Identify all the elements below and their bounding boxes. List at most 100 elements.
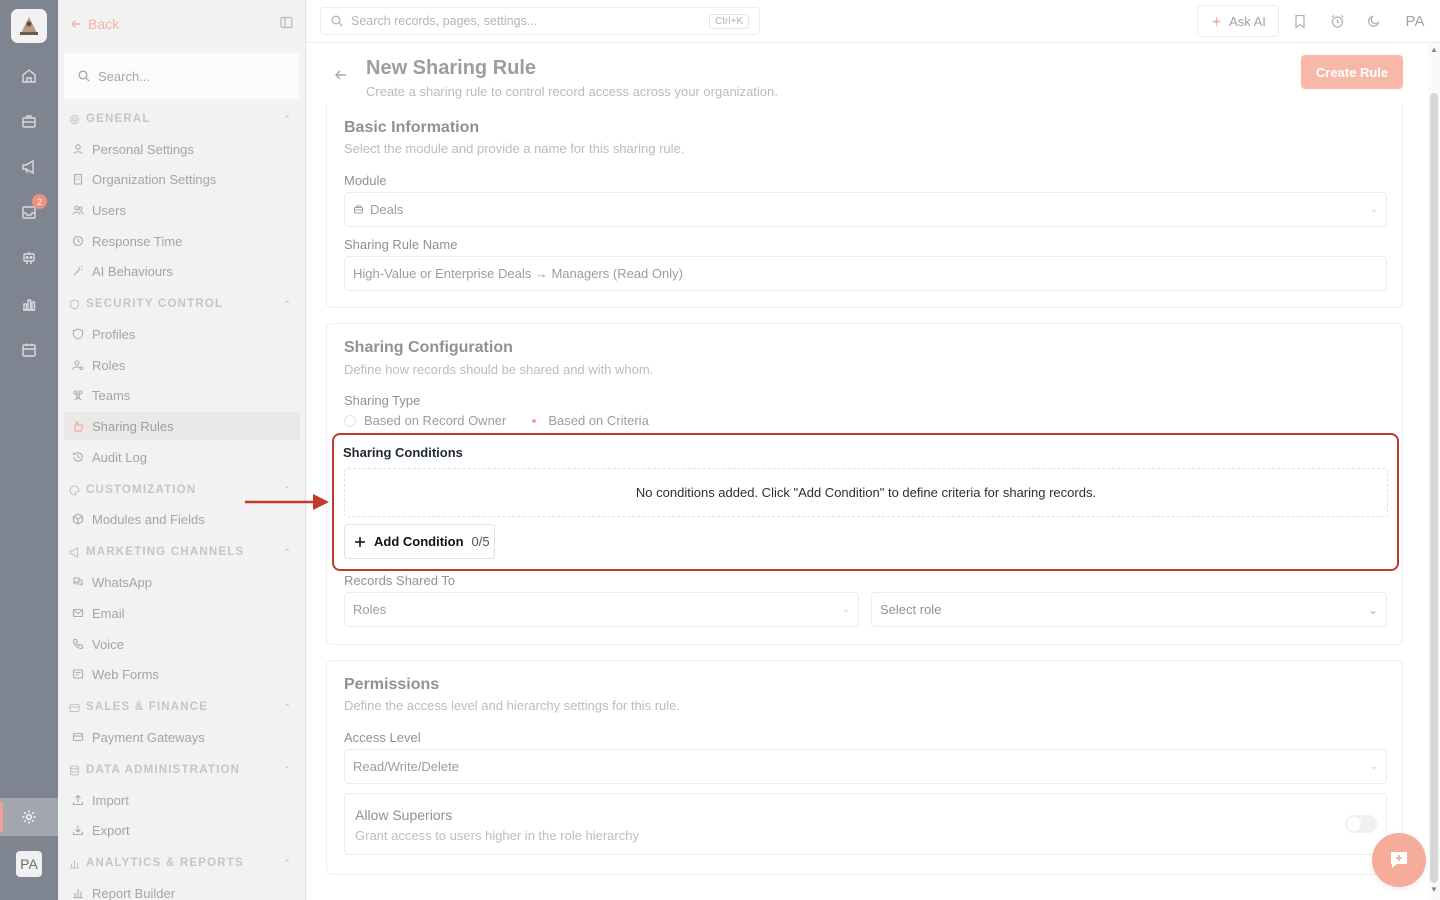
briefcase-icon[interactable] bbox=[17, 109, 41, 133]
radio-label: Based on Criteria bbox=[548, 413, 649, 428]
chat-bubble-icon bbox=[1391, 852, 1407, 868]
sidebar-collapse-icon[interactable] bbox=[280, 16, 293, 32]
scroll-up-icon[interactable]: ▲ bbox=[1430, 45, 1438, 54]
sidebar-search-input[interactable]: Search... bbox=[64, 53, 299, 99]
sidebar-item-email[interactable]: Email bbox=[58, 601, 306, 625]
shared-to-type-select[interactable]: Roles ⌄ bbox=[344, 592, 859, 627]
group-marketing-channels[interactable]: MARKETING CHANNELS ⌃ bbox=[58, 541, 306, 563]
rule-name-value: High-Value or Enterprise Deals → Manager… bbox=[353, 266, 683, 281]
group-general[interactable]: GENERAL ⌃ bbox=[58, 108, 306, 130]
create-rule-button[interactable]: Create Rule bbox=[1301, 55, 1403, 89]
module-value: Deals bbox=[370, 202, 404, 217]
chevron-up-icon: ⌃ bbox=[283, 298, 292, 309]
inbox-badge: 2 bbox=[32, 194, 47, 209]
alarm-clock-icon[interactable] bbox=[1326, 10, 1348, 32]
access-level-value: Read/Write/Delete bbox=[353, 759, 459, 774]
sidebar-item-audit-log[interactable]: Audit Log bbox=[58, 445, 306, 469]
home-icon[interactable] bbox=[17, 64, 41, 88]
ask-ai-label: Ask AI bbox=[1229, 13, 1266, 29]
megaphone-icon bbox=[69, 546, 79, 558]
user-initials[interactable]: PA bbox=[1403, 10, 1427, 32]
sidebar-item-payment-gateways[interactable]: Payment Gateways bbox=[58, 725, 306, 749]
group-label: SECURITY CONTROL bbox=[86, 298, 224, 310]
scrollbar-thumb[interactable] bbox=[1430, 93, 1438, 883]
bar-chart-icon[interactable] bbox=[17, 292, 41, 316]
chat-support-button[interactable] bbox=[1372, 833, 1426, 887]
main-scrollbar[interactable]: ▲ ▼ bbox=[1428, 43, 1440, 900]
allow-superiors-toggle[interactable] bbox=[1345, 815, 1377, 833]
ask-ai-button[interactable]: Ask AI bbox=[1197, 5, 1279, 37]
gear-icon[interactable] bbox=[17, 805, 41, 829]
bot-icon[interactable] bbox=[17, 246, 41, 270]
user-cog-icon bbox=[72, 360, 84, 371]
group-sales-finance[interactable]: SALES & FINANCE ⌃ bbox=[58, 696, 306, 718]
page-back-button[interactable] bbox=[334, 68, 348, 85]
sidebar-item-label: Modules and Fields bbox=[92, 511, 205, 527]
sidebar-item-label: Export bbox=[92, 822, 130, 838]
shield-icon bbox=[72, 328, 84, 340]
group-label: CUSTOMIZATION bbox=[86, 484, 197, 496]
chat-icon bbox=[73, 577, 83, 587]
palette-icon bbox=[69, 484, 80, 496]
sidebar-item-import[interactable]: Import bbox=[58, 788, 306, 812]
wallet-icon bbox=[69, 703, 80, 712]
group-analytics-reports[interactable]: ANALYTICS & REPORTS ⌃ bbox=[58, 852, 306, 874]
sidebar-item-whatsapp[interactable]: WhatsApp bbox=[58, 570, 306, 594]
sidebar-item-voice[interactable]: Voice bbox=[58, 632, 306, 656]
sidebar-item-users[interactable]: Users bbox=[58, 198, 306, 222]
sparkle-icon bbox=[1211, 15, 1223, 27]
allow-superiors-subtitle: Grant access to users higher in the role… bbox=[355, 828, 639, 843]
chevron-down-icon: ⌄ bbox=[1369, 761, 1378, 772]
moon-icon[interactable] bbox=[1363, 10, 1385, 32]
conditions-empty-text: No conditions added. Click "Add Conditio… bbox=[635, 485, 1097, 500]
rule-name-input[interactable]: High-Value or Enterprise Deals → Manager… bbox=[344, 256, 1387, 291]
sidebar-item-export[interactable]: Export bbox=[58, 818, 306, 842]
module-select[interactable]: Deals ⌄ bbox=[344, 192, 1387, 227]
megaphone-icon[interactable] bbox=[17, 155, 41, 179]
calendar-icon[interactable] bbox=[17, 338, 41, 362]
search-icon bbox=[78, 70, 90, 82]
sidebar-item-ai-behaviours[interactable]: AI Behaviours bbox=[58, 259, 306, 283]
phone-icon bbox=[72, 638, 84, 650]
sidebar-item-label: Report Builder bbox=[92, 885, 176, 900]
sharing-type-radio-group: Based on Record Owner Based on Criteria bbox=[344, 413, 649, 428]
sidebar-item-label: Response Time bbox=[92, 233, 183, 249]
chevron-down-icon: ⌄ bbox=[1369, 204, 1378, 215]
radio-based-on-criteria[interactable] bbox=[528, 415, 540, 427]
sidebar-item-label: Roles bbox=[92, 357, 126, 373]
sidebar-item-web-forms[interactable]: Web Forms bbox=[58, 662, 306, 686]
sidebar-item-report-builder[interactable]: Report Builder bbox=[58, 881, 306, 900]
group-label: MARKETING CHANNELS bbox=[86, 546, 245, 558]
clock-icon bbox=[72, 235, 84, 247]
allow-superiors-title: Allow Superiors bbox=[355, 807, 453, 823]
sidebar-item-personal-settings[interactable]: Personal Settings bbox=[58, 137, 306, 161]
gear-icon bbox=[69, 114, 80, 124]
section-title: Sharing Configuration bbox=[344, 339, 513, 356]
avatar[interactable]: PA bbox=[16, 851, 42, 877]
handshake-icon bbox=[353, 205, 364, 214]
sidebar-item-label: Import bbox=[92, 792, 129, 808]
global-search-input[interactable]: Search records, pages, settings... Ctrl+… bbox=[320, 7, 760, 35]
sidebar-item-sharing-rules[interactable]: Sharing Rules bbox=[64, 412, 300, 440]
bookmark-icon[interactable] bbox=[1289, 10, 1311, 32]
sidebar-item-roles[interactable]: Roles bbox=[58, 353, 306, 377]
sidebar-item-teams[interactable]: Teams bbox=[58, 383, 306, 407]
plus-icon bbox=[355, 536, 365, 547]
global-search-placeholder: Search records, pages, settings... bbox=[351, 14, 538, 28]
radio-record-owner[interactable] bbox=[344, 414, 356, 427]
chevron-up-icon: ⌃ bbox=[283, 764, 292, 775]
wand-icon bbox=[73, 266, 83, 276]
access-level-select[interactable]: Read/Write/Delete ⌄ bbox=[344, 749, 1387, 784]
add-condition-button[interactable]: Add Condition 0/5 bbox=[344, 524, 495, 559]
group-security-control[interactable]: SECURITY CONTROL ⌃ bbox=[58, 293, 306, 315]
sidebar-item-organization-settings[interactable]: Organization Settings bbox=[58, 167, 306, 191]
back-link[interactable]: Back bbox=[70, 16, 119, 32]
bar-chart-icon bbox=[73, 889, 83, 899]
arrow-left-icon bbox=[335, 70, 346, 80]
scroll-down-icon[interactable]: ▼ bbox=[1430, 885, 1438, 894]
app-logo[interactable] bbox=[11, 9, 47, 43]
sidebar-item-response-time[interactable]: Response Time bbox=[58, 229, 306, 253]
sidebar-item-profiles[interactable]: Profiles bbox=[58, 322, 306, 346]
group-data-administration[interactable]: DATA ADMINISTRATION ⌃ bbox=[58, 759, 306, 781]
role-select[interactable]: Select role ⌄ bbox=[871, 592, 1387, 627]
